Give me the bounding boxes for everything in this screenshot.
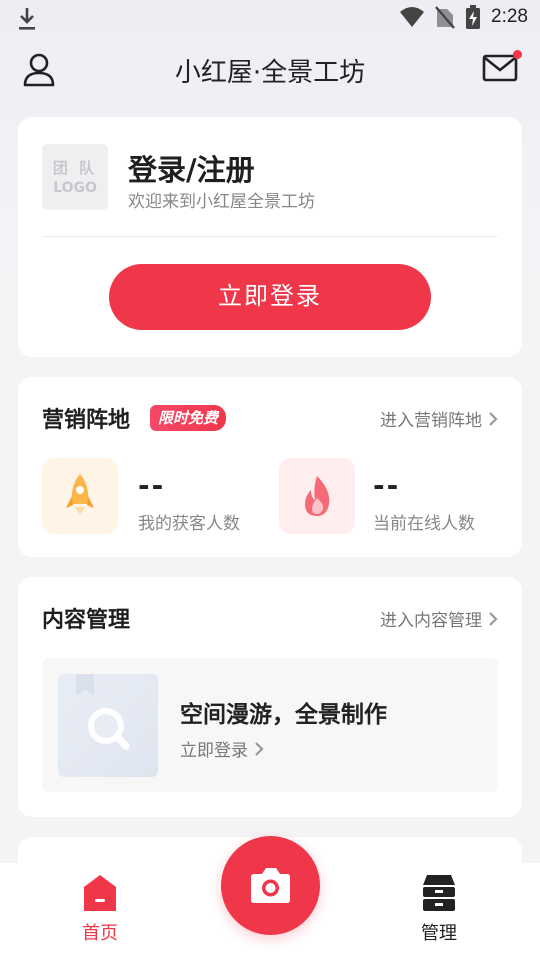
mail-icon	[482, 54, 518, 82]
login-card: 团 队 LOGO 登录/注册 欢迎来到小红屋全景工坊 立即登录	[18, 117, 522, 357]
home-icon	[84, 875, 116, 911]
online-value: --	[373, 469, 401, 502]
search-document-icon	[76, 674, 130, 750]
login-subtitle: 欢迎来到小红屋全景工坊	[128, 192, 315, 212]
nav-manage-label: 管理	[421, 923, 457, 944]
content-title: 内容管理	[42, 608, 131, 633]
promo-title: 空间漫游，全景制作	[180, 702, 387, 728]
enter-marketing-label: 进入营销阵地	[380, 411, 482, 431]
free-badge: 限时免费	[150, 405, 227, 431]
rocket-icon	[66, 474, 94, 514]
logo-text-line2: LOGO	[53, 180, 97, 196]
enter-content-label: 进入内容管理	[380, 611, 482, 631]
fire-icon	[305, 476, 330, 516]
content-card: 内容管理 进入内容管理 空间漫游，全景制作 立即登录	[18, 577, 522, 817]
marketing-card: 营销阵地 限时免费 进入营销阵地 -- 我的获客人数 -- 当前在线人数	[18, 377, 522, 557]
enter-content-link[interactable]: 进入内容管理	[380, 606, 498, 631]
logo-text-line1: 团 队	[52, 159, 98, 177]
divider	[42, 236, 498, 237]
content-promo[interactable]: 空间漫游，全景制作 立即登录	[42, 658, 498, 792]
promo-login-link[interactable]: 立即登录	[180, 736, 264, 761]
camera-icon	[251, 868, 290, 903]
nav-home[interactable]: 首页	[70, 873, 130, 948]
nav-manage[interactable]: 管理	[409, 873, 469, 948]
content-thumbnail	[58, 674, 158, 777]
download-icon	[19, 8, 35, 30]
nav-home-label: 首页	[82, 923, 118, 944]
camera-button[interactable]	[221, 836, 320, 935]
header: 小红屋·全景工坊	[0, 44, 540, 96]
promo-login-label: 立即登录	[180, 741, 248, 761]
no-sim-icon	[435, 6, 455, 29]
battery-charging-icon	[466, 5, 481, 29]
chevron-right-icon	[489, 411, 498, 426]
customers-value: --	[138, 469, 166, 502]
team-logo-placeholder: 团 队 LOGO	[42, 144, 108, 210]
enter-marketing-link[interactable]: 进入营销阵地	[380, 406, 498, 431]
chevron-right-icon	[489, 611, 498, 626]
online-label: 当前在线人数	[373, 514, 475, 534]
fire-icon-tile	[279, 458, 355, 534]
status-time: 2:28	[491, 6, 528, 27]
customers-label: 我的获客人数	[138, 514, 240, 534]
wifi-icon	[400, 7, 425, 27]
login-title[interactable]: 登录/注册	[128, 147, 255, 189]
page-title: 小红屋·全景工坊	[174, 58, 366, 88]
status-bar: 2:28	[0, 0, 540, 36]
notification-dot	[513, 50, 522, 59]
login-button[interactable]: 立即登录	[109, 264, 431, 330]
marketing-title: 营销阵地	[42, 408, 131, 433]
mail-button[interactable]	[482, 50, 522, 84]
manage-icon	[423, 875, 455, 911]
rocket-icon-tile	[42, 458, 118, 534]
chevron-right-icon	[255, 741, 264, 756]
